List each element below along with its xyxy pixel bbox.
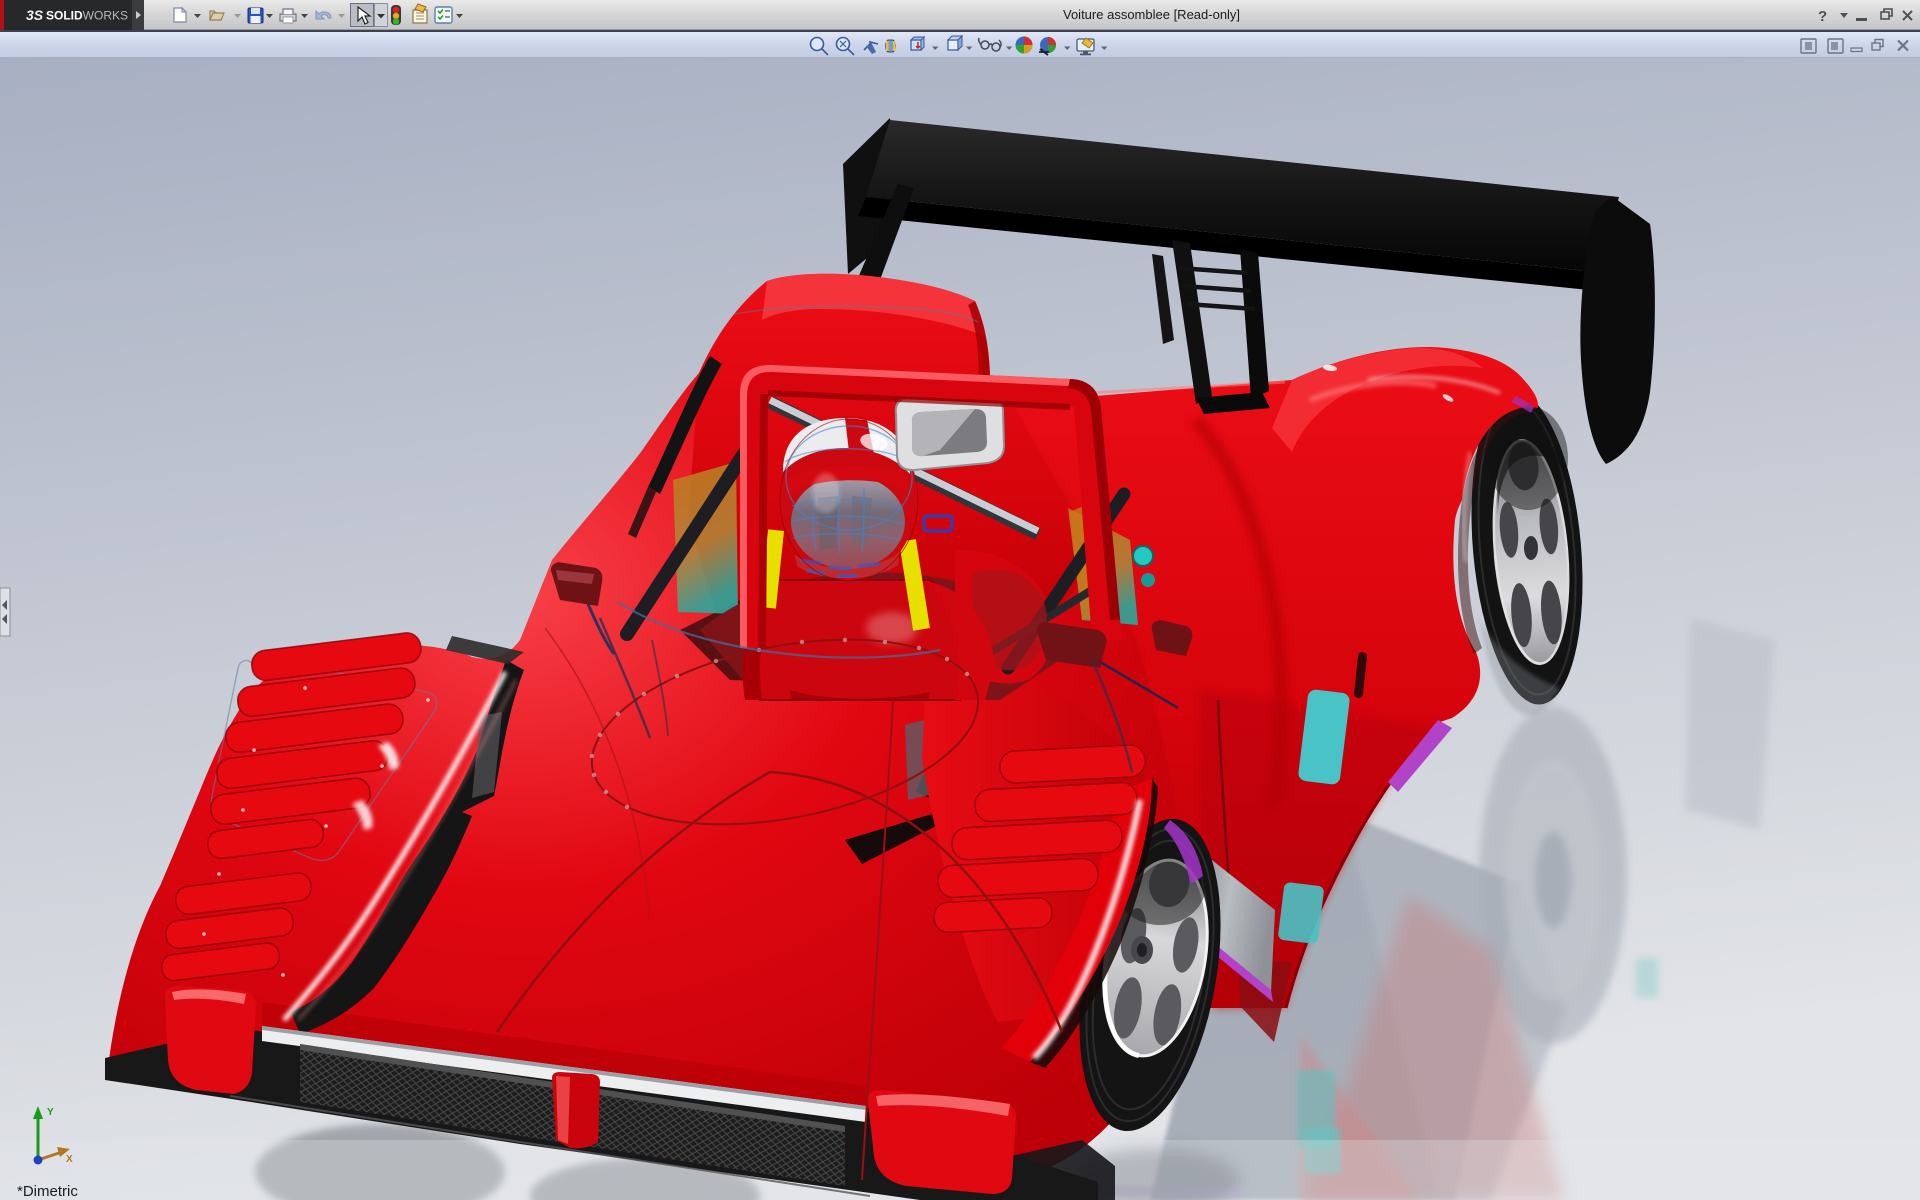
svg-text:SOLIDWORKS: SOLIDWORKS — [46, 9, 128, 23]
svg-text:*Dimetric: *Dimetric — [17, 1183, 78, 1200]
svg-text:Voiture assomblee [Read-only]: Voiture assomblee [Read-only] — [1063, 7, 1240, 22]
svg-text:?: ? — [1818, 8, 1827, 25]
svg-text:Y: Y — [47, 1107, 54, 1118]
svg-text:3S: 3S — [26, 7, 44, 23]
svg-text:X: X — [66, 1154, 73, 1165]
